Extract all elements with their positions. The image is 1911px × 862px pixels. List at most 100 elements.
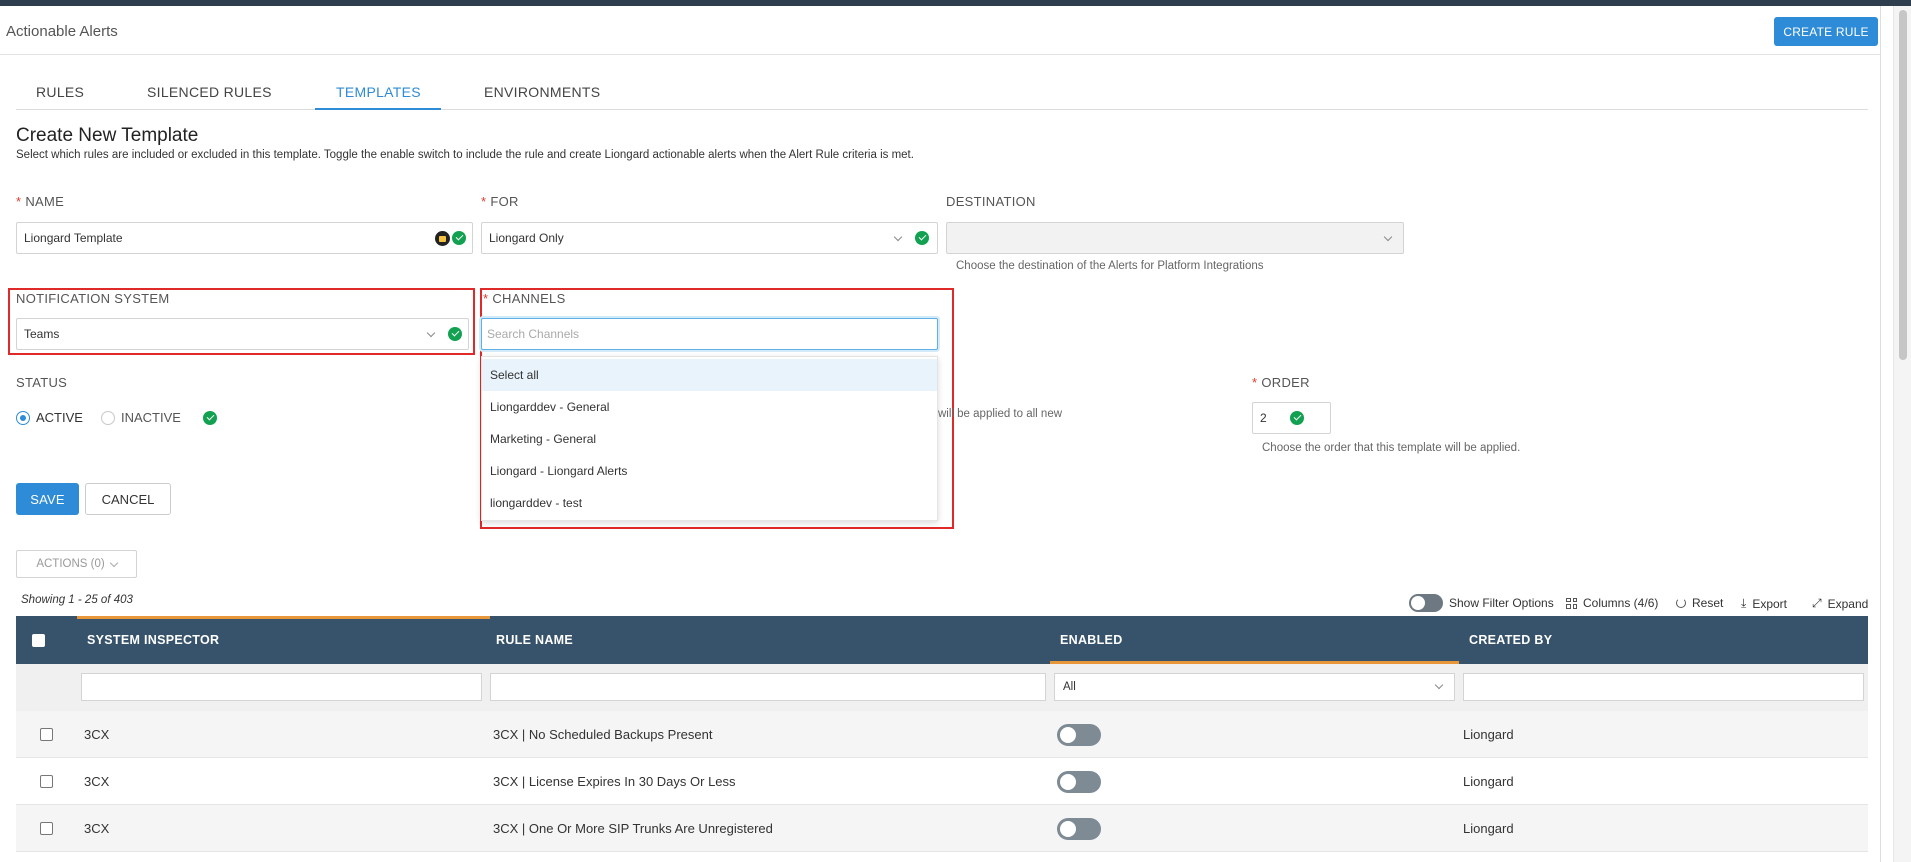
right-border xyxy=(1880,6,1893,862)
notification-chevron-down-icon xyxy=(426,328,436,338)
reset-button[interactable]: Reset xyxy=(1676,596,1723,610)
select-all-checkbox[interactable] xyxy=(32,634,45,647)
expand-label: Expand xyxy=(1827,596,1869,611)
rule-name-filter-input[interactable] xyxy=(490,673,1046,701)
status-valid-check-icon xyxy=(203,411,217,425)
export-label: Export xyxy=(1752,596,1787,611)
name-value: Liongard Template xyxy=(24,231,123,245)
active-tab-indicator xyxy=(315,108,441,110)
header-divider xyxy=(0,54,1880,55)
radio-selected-icon xyxy=(16,410,30,425)
toggle-switch-icon xyxy=(1409,594,1443,612)
showing-count: Showing 1 - 25 of 403 xyxy=(21,594,133,606)
channel-option[interactable]: Liongard - Liongard Alerts xyxy=(482,455,937,487)
notification-system-value: Teams xyxy=(24,327,60,341)
rule-name-cell[interactable]: 3CX | One Or More SIP Trunks Are Unregis… xyxy=(493,805,773,852)
notification-system-select[interactable]: Teams xyxy=(16,318,469,350)
status-active-radio[interactable]: ACTIVE xyxy=(16,410,83,425)
tab-rules[interactable]: RULES xyxy=(36,84,84,100)
enabled-toggle[interactable] xyxy=(1057,817,1101,840)
destination-hint: Choose the destination of the Alerts for… xyxy=(956,260,1264,272)
order-input[interactable]: 2 xyxy=(1252,402,1331,434)
name-label: * NAME xyxy=(16,194,65,209)
status-inactive-radio[interactable]: INACTIVE xyxy=(101,410,181,425)
rule-name-cell[interactable]: 3CX | License Expires In 30 Days Or Less xyxy=(493,758,736,805)
created-by-filter-input[interactable] xyxy=(1463,673,1864,701)
enabled-toggle[interactable] xyxy=(1057,770,1101,793)
name-field[interactable]: Liongard Template xyxy=(16,222,473,254)
show-filter-label: Show Filter Options xyxy=(1449,596,1554,610)
tab-silenced-rules[interactable]: SILENCED RULES xyxy=(147,84,272,100)
status-inactive-label: INACTIVE xyxy=(121,410,181,425)
column-header-rule-name[interactable]: RULE NAME xyxy=(486,616,1050,664)
filter-row: All xyxy=(16,664,1868,711)
for-chevron-down-icon xyxy=(893,232,903,242)
enabled-filter-select[interactable]: All xyxy=(1054,673,1455,701)
cancel-button[interactable]: CANCEL xyxy=(85,483,171,515)
for-select[interactable]: Liongard Only xyxy=(481,222,938,254)
system-inspector-cell: 3CX xyxy=(84,727,110,742)
column-header-created-by[interactable]: CREATED BY xyxy=(1459,616,1868,664)
column-header-enabled[interactable]: ENABLED xyxy=(1050,616,1459,664)
rule-name-cell[interactable]: 3CX | No Scheduled Backups Present xyxy=(493,711,712,758)
radio-unselected-icon xyxy=(101,410,115,425)
save-button[interactable]: SAVE xyxy=(16,483,79,515)
page-title: Actionable Alerts xyxy=(6,23,118,40)
column-header-system-inspector[interactable]: SYSTEM INSPECTOR xyxy=(77,616,486,664)
expand-button[interactable]: ⤢ Expand xyxy=(1812,596,1868,611)
table-row: 3CX 3CX | One Or More SIP Trunks Are Unr… xyxy=(16,805,1868,852)
row-checkbox[interactable] xyxy=(40,728,53,741)
channel-option-select-all[interactable]: Select all xyxy=(482,359,937,391)
columns-label: Columns (4/6) xyxy=(1583,596,1659,610)
channels-search-placeholder: Search Channels xyxy=(487,327,580,341)
form-description: Select which rules are included or exclu… xyxy=(16,149,914,161)
reset-label: Reset xyxy=(1692,596,1724,610)
columns-button[interactable]: Columns (4/6) xyxy=(1566,596,1658,610)
row-checkbox[interactable] xyxy=(40,822,53,835)
destination-chevron-down-icon xyxy=(1383,232,1393,242)
export-icon: ⤓ xyxy=(1741,596,1747,610)
channel-option[interactable]: liongarddev - test xyxy=(482,487,937,519)
form-title: Create New Template xyxy=(16,125,199,146)
row-checkbox[interactable] xyxy=(40,775,53,788)
tab-environments[interactable]: ENVIRONMENTS xyxy=(484,84,600,100)
show-filter-toggle[interactable]: Show Filter Options xyxy=(1409,594,1554,612)
status-label: STATUS xyxy=(16,375,68,390)
for-label: * FOR xyxy=(481,194,519,209)
table-header: SYSTEM INSPECTOR RULE NAME ENABLED CREAT… xyxy=(16,616,1868,664)
order-label: * ORDER xyxy=(1252,375,1310,390)
export-button[interactable]: ⤓ Export xyxy=(1741,596,1787,611)
destination-select[interactable] xyxy=(946,222,1404,254)
scrollbar-thumb[interactable] xyxy=(1899,10,1907,360)
reset-icon xyxy=(1676,598,1686,608)
notification-valid-check-icon xyxy=(448,327,462,341)
channels-dropdown: Select all Liongarddev - General Marketi… xyxy=(481,356,938,521)
page-scrollbar[interactable] xyxy=(1893,6,1911,862)
partial-hint: will be applied to all new xyxy=(938,408,1063,420)
created-by-cell: Liongard xyxy=(1463,821,1514,836)
table-row: 3CX 3CX | No Scheduled Backups Present L… xyxy=(16,711,1868,758)
created-by-cell: Liongard xyxy=(1463,774,1514,789)
actions-dropdown[interactable]: ACTIONS (0) xyxy=(16,550,137,578)
password-manager-icon[interactable] xyxy=(435,231,450,246)
for-valid-check-icon xyxy=(915,231,929,245)
channels-search-input[interactable]: Search Channels xyxy=(481,318,938,350)
notification-system-label: NOTIFICATION SYSTEM xyxy=(16,291,170,306)
system-inspector-cell: 3CX xyxy=(84,774,110,789)
for-value: Liongard Only xyxy=(489,231,564,245)
enabled-toggle[interactable] xyxy=(1057,723,1101,746)
system-inspector-filter-input[interactable] xyxy=(81,673,482,701)
actions-label: ACTIONS (0) xyxy=(36,558,105,570)
status-active-label: ACTIVE xyxy=(36,410,83,425)
channel-option[interactable]: Marketing - General xyxy=(482,423,937,455)
enabled-filter-value: All xyxy=(1063,681,1076,693)
tab-templates[interactable]: TEMPLATES xyxy=(336,84,421,100)
order-value: 2 xyxy=(1260,411,1267,425)
destination-label: DESTINATION xyxy=(946,194,1036,209)
grid-icon xyxy=(1566,597,1577,609)
channel-option[interactable]: Liongarddev - General xyxy=(482,391,937,423)
table-row: 3CX 3CX | License Expires In 30 Days Or … xyxy=(16,758,1868,805)
create-rule-button[interactable]: CREATE RULE xyxy=(1774,17,1878,46)
channels-label: * CHANNELS xyxy=(483,291,566,306)
expand-icon: ⤢ xyxy=(1812,596,1822,610)
